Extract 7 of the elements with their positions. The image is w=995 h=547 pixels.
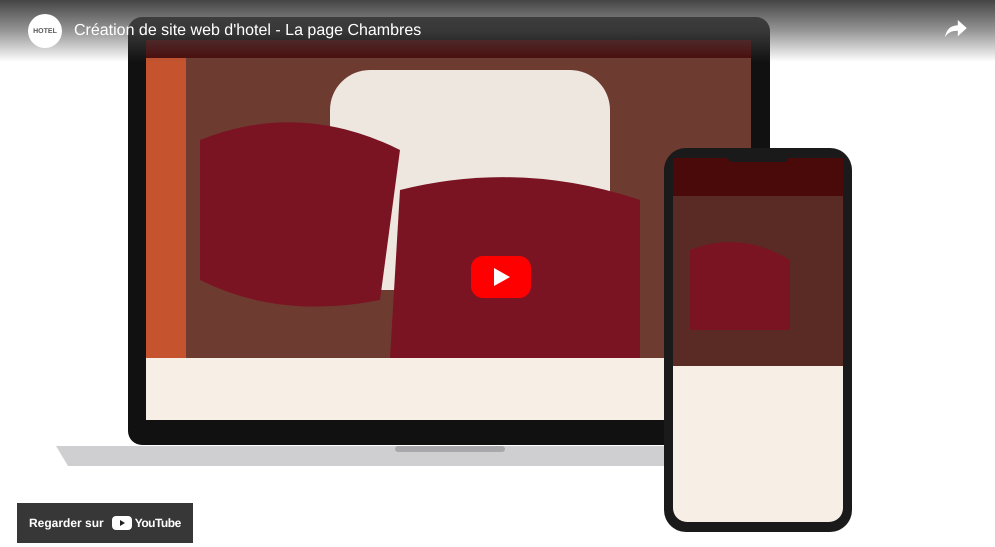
play-button[interactable] — [471, 256, 531, 298]
youtube-logo: YouTube — [112, 516, 181, 530]
play-icon — [491, 267, 511, 287]
watch-label: Regarder sur — [29, 516, 104, 530]
play-logo-icon — [112, 516, 132, 530]
watch-on-youtube-link[interactable]: Regarder sur YouTube — [17, 503, 193, 543]
share-icon[interactable] — [945, 20, 967, 38]
